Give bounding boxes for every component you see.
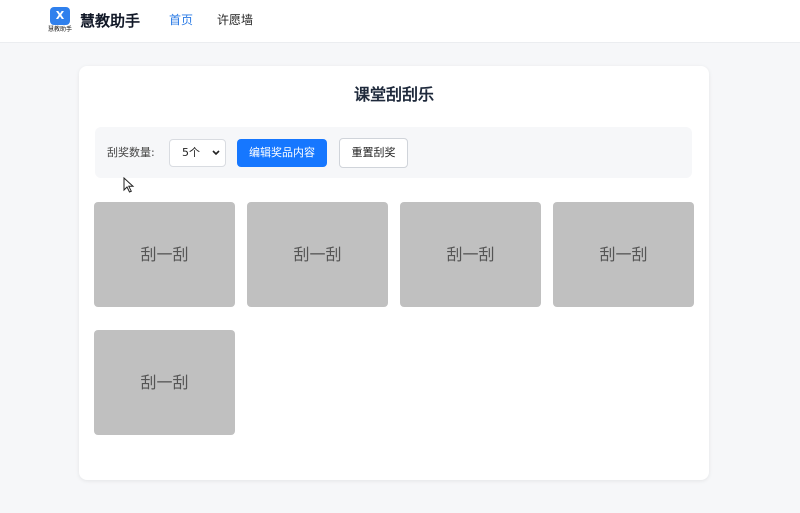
logo-icon: X	[50, 7, 70, 25]
app-logo[interactable]: X 慧教助手	[47, 7, 73, 35]
mouse-pointer-icon	[123, 176, 135, 193]
top-navigation-bar: X 慧教助手 慧教助手 首页 许愿墙	[0, 0, 800, 43]
edit-prizes-button[interactable]: 编辑奖品内容	[237, 139, 327, 167]
nav-wish-wall[interactable]: 许愿墙	[217, 12, 253, 29]
scratch-tile[interactable]: 刮一刮	[553, 202, 694, 307]
scratch-tile[interactable]: 刮一刮	[247, 202, 388, 307]
controls-bar: 刮奖数量: 5个 编辑奖品内容 重置刮奖	[95, 127, 692, 178]
chevron-down-icon	[212, 140, 220, 177]
nav-home[interactable]: 首页	[169, 12, 193, 29]
reset-scratch-button[interactable]: 重置刮奖	[339, 138, 408, 168]
scratch-count-value: 5个	[182, 146, 200, 159]
scratch-count-select[interactable]: 5个	[169, 139, 226, 167]
scratch-count-label: 刮奖数量:	[107, 146, 155, 159]
brand-name: 慧教助手	[80, 12, 141, 30]
scratch-tile[interactable]: 刮一刮	[400, 202, 541, 307]
logo-caption: 慧教助手	[47, 26, 72, 33]
scratch-tile[interactable]: 刮一刮	[94, 202, 235, 307]
scratch-tile[interactable]: 刮一刮	[94, 330, 235, 435]
page-title: 课堂刮刮乐	[353, 85, 434, 104]
